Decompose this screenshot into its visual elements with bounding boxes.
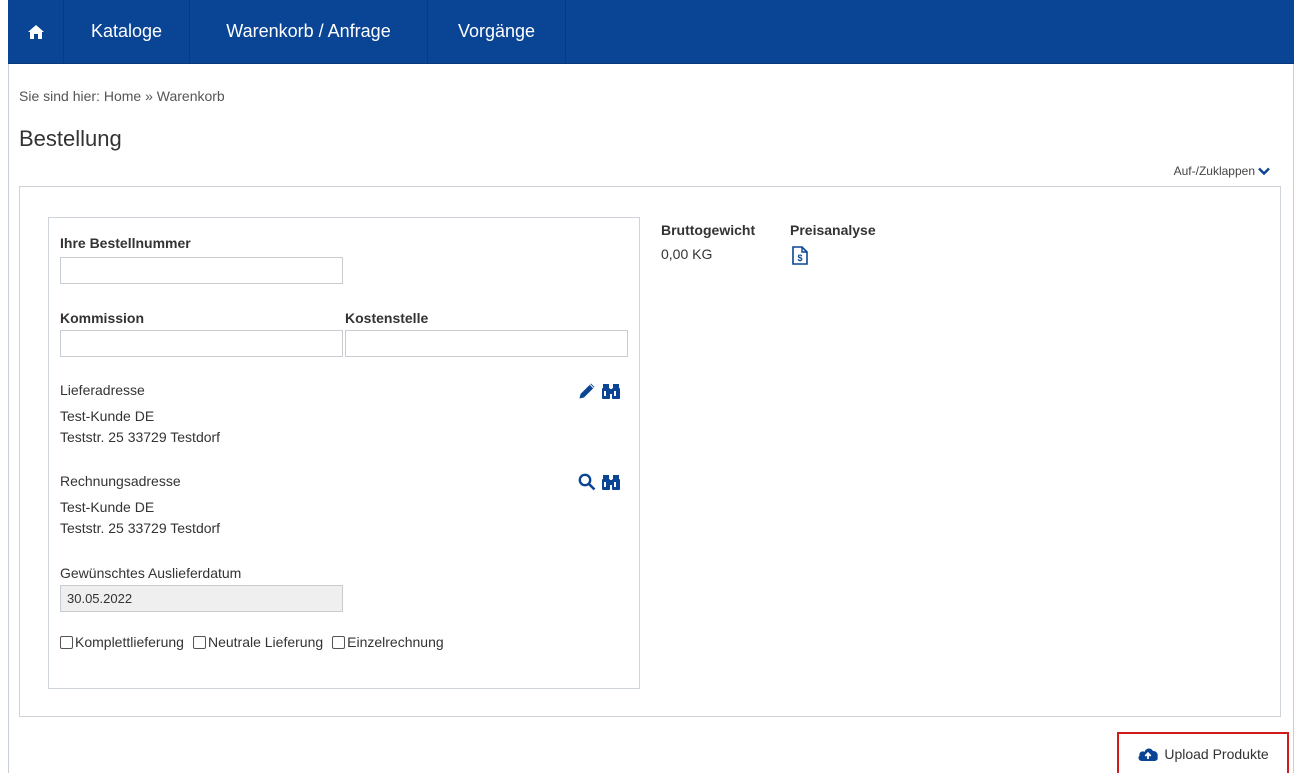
price-document-icon: $ xyxy=(792,245,808,265)
neutral-delivery-label: Neutrale Lieferung xyxy=(207,634,324,650)
single-invoice-label: Einzelrechnung xyxy=(347,634,444,650)
breadcrumb-prefix: Sie sind hier: xyxy=(19,88,100,104)
page-title: Bestellung xyxy=(19,126,122,151)
neutral-delivery-checkbox[interactable]: Neutrale Lieferung xyxy=(192,634,324,650)
billing-address-label: Rechnungsadresse xyxy=(60,473,181,489)
delivery-date-input[interactable] xyxy=(60,585,343,612)
cost-center-label: Kostenstelle xyxy=(345,310,429,326)
cost-center-input[interactable] xyxy=(345,330,628,357)
browse-billing-address-button[interactable] xyxy=(601,472,621,492)
nav-item-warenkorb[interactable]: Warenkorb / Anfrage xyxy=(190,0,428,63)
complete-delivery-checkbox[interactable]: Komplettlieferung xyxy=(60,634,184,650)
delivery-options: Komplettlieferung Neutrale Lieferung Ein… xyxy=(60,634,444,650)
breadcrumb-home-link[interactable]: Home xyxy=(104,88,141,104)
nav-home-button[interactable] xyxy=(8,0,64,63)
binoculars-icon xyxy=(602,384,620,399)
delivery-address-actions xyxy=(577,381,621,401)
delivery-address-line2: Teststr. 25 33729 Testdorf xyxy=(60,429,221,445)
single-invoice-checkbox[interactable]: Einzelrechnung xyxy=(332,634,444,650)
gross-weight-label: Bruttogewicht xyxy=(661,222,756,238)
billing-address-line2: Teststr. 25 33729 Testdorf xyxy=(60,520,221,536)
search-icon xyxy=(578,473,596,491)
nav-item-kataloge[interactable]: Kataloge xyxy=(64,0,190,63)
commission-input[interactable] xyxy=(60,330,343,357)
svg-text:$: $ xyxy=(797,253,802,263)
billing-address-line1: Test-Kunde DE xyxy=(60,499,155,515)
price-analysis-button[interactable]: $ xyxy=(790,245,810,265)
checkbox-box[interactable] xyxy=(60,635,73,649)
collapse-toggle-label: Auf-/Zuklappen xyxy=(1173,164,1255,178)
collapse-toggle[interactable]: Auf-/Zuklappen xyxy=(1174,164,1270,178)
nav-item-vorgaenge[interactable]: Vorgänge xyxy=(428,0,566,63)
breadcrumb-separator: » xyxy=(145,88,153,104)
gross-weight-value: 0,00 KG xyxy=(661,246,713,262)
pencil-icon xyxy=(579,383,595,399)
complete-delivery-label: Komplettlieferung xyxy=(75,634,184,650)
upload-products-label: Upload Produkte xyxy=(1164,745,1269,762)
breadcrumb: Sie sind hier: Home » Warenkorb xyxy=(19,88,225,104)
delivery-address-label: Lieferadresse xyxy=(60,382,145,398)
top-navigation: Kataloge Warenkorb / Anfrage Vorgänge xyxy=(8,0,1294,64)
billing-address-actions xyxy=(577,472,621,492)
commission-label: Kommission xyxy=(60,310,145,326)
order-number-label: Ihre Bestellnummer xyxy=(60,235,191,251)
breadcrumb-current-link[interactable]: Warenkorb xyxy=(157,88,225,104)
browse-delivery-address-button[interactable] xyxy=(601,381,621,401)
order-form-box: Ihre Bestellnummer Kommission Kostenstel… xyxy=(48,217,640,689)
chevron-down-icon xyxy=(1258,167,1270,175)
checkbox-box[interactable] xyxy=(192,635,206,649)
upload-products-button[interactable]: Upload Produkte xyxy=(1117,732,1289,773)
order-panel: Ihre Bestellnummer Kommission Kostenstel… xyxy=(19,186,1281,717)
home-icon xyxy=(27,24,44,39)
search-billing-address-button[interactable] xyxy=(577,472,597,492)
order-number-input[interactable] xyxy=(60,257,343,284)
delivery-date-label: Gewünschtes Auslieferdatum xyxy=(60,565,242,581)
price-analysis-label: Preisanalyse xyxy=(790,222,876,238)
binoculars-icon xyxy=(602,475,620,490)
cloud-upload-icon xyxy=(1138,747,1159,761)
checkbox-box[interactable] xyxy=(332,635,346,649)
edit-delivery-address-button[interactable] xyxy=(577,381,597,401)
delivery-address-line1: Test-Kunde DE xyxy=(60,408,155,424)
